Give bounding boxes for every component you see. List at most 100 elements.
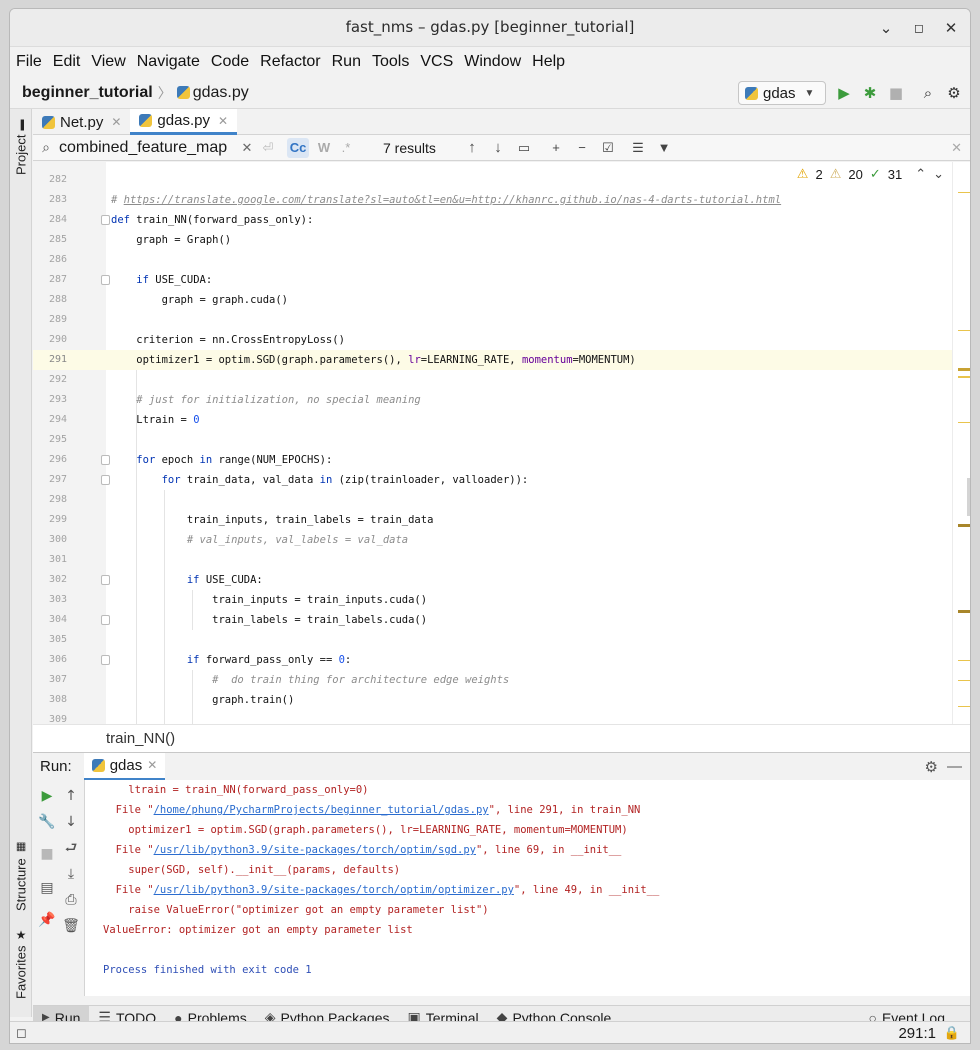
menu-view[interactable]: View (91, 53, 125, 71)
structure-tool-tab[interactable]: Structure ▦ (11, 829, 31, 911)
search-icon[interactable]: ⌕ (33, 139, 59, 156)
filter-icon[interactable]: ▼ (651, 140, 677, 155)
fold-marker-icon[interactable] (101, 615, 110, 625)
filter-options-icon[interactable]: ☰ (625, 140, 651, 156)
lock-icon[interactable]: 🔒 (944, 1025, 960, 1041)
code-line[interactable]: 283 # https://translate.google.com/transl… (33, 190, 952, 210)
code-breadcrumb[interactable]: train_NN() (33, 724, 970, 752)
words-toggle[interactable]: W (313, 140, 335, 155)
maximize-icon[interactable]: ◻ (908, 17, 930, 39)
code-line[interactable]: 291 optimizer1 = optim.SGD(graph.paramet… (33, 350, 952, 370)
run-console[interactable]: ltrain = train_NN(forward_pass_only=0) F… (85, 780, 970, 996)
minimize-icon[interactable]: ⌄ (875, 17, 897, 39)
menu-vcs[interactable]: VCS (420, 53, 453, 71)
add-occurrence-icon[interactable]: + (543, 140, 569, 155)
code-line[interactable]: 299 train_inputs, train_labels = train_d… (33, 510, 952, 530)
code-line[interactable]: 287 if USE_CUDA: (33, 270, 952, 290)
chevron-down-icon[interactable]: ⌄ (933, 166, 944, 182)
tab-net-py[interactable]: Net.py ✕ (33, 109, 130, 135)
tab-gdas-py[interactable]: gdas.py ✕ (130, 109, 238, 135)
caret-position[interactable]: 291:1 (898, 1025, 936, 1042)
menu-edit[interactable]: Edit (53, 53, 81, 71)
remove-occurrence-icon[interactable]: − (569, 140, 595, 155)
arrow-down-icon[interactable]: ↓ (61, 812, 81, 832)
stop-icon[interactable]: ■ (886, 83, 906, 103)
code-line[interactable]: 288 graph = graph.cuda() (33, 290, 952, 310)
code-line[interactable]: 305 (33, 630, 952, 650)
find-input[interactable]: combined_feature_map (59, 139, 237, 157)
run-icon[interactable]: ▶ (834, 83, 854, 103)
soft-wrap-icon[interactable]: ⮐ (61, 838, 81, 858)
code-line[interactable]: 303 train_inputs = train_inputs.cuda() (33, 590, 952, 610)
run-tab-gdas[interactable]: gdas ✕ (83, 752, 166, 781)
code-line[interactable]: 302 if USE_CUDA: (33, 570, 952, 590)
regex-toggle[interactable]: .* (335, 140, 357, 155)
print-icon[interactable]: ⎙ (61, 890, 81, 910)
settings-icon[interactable]: ⚙ (925, 758, 938, 776)
code-line[interactable]: 307 # do train thing for architecture ed… (33, 670, 952, 690)
wrench-icon[interactable]: 🔧 (37, 812, 57, 832)
new-line-icon[interactable]: ⏎ (257, 140, 279, 156)
scroll-to-end-icon[interactable]: ⤓ (61, 864, 81, 884)
favorites-tool-tab[interactable]: Favorites ★ (11, 919, 31, 999)
code-line[interactable]: 297 for train_data, val_data in (zip(tra… (33, 470, 952, 490)
menu-file[interactable]: File (16, 53, 42, 71)
rerun-icon[interactable]: ▶ (37, 786, 57, 806)
arrow-up-icon[interactable]: ↑ (61, 786, 81, 806)
layout-icon[interactable]: ▤ (37, 878, 57, 898)
hide-icon[interactable]: — (947, 758, 962, 775)
code-editor[interactable]: 282 283 # https://translate.google.com/tra… (33, 162, 952, 724)
code-line[interactable]: 308 graph.train() (33, 690, 952, 710)
settings-icon[interactable]: ⚙ (944, 83, 964, 103)
stop-icon[interactable]: ■ (37, 844, 57, 864)
code-line[interactable]: 285 graph = Graph() (33, 230, 952, 250)
code-line[interactable]: 304 train_labels = train_labels.cuda() (33, 610, 952, 630)
file-link[interactable]: /usr/lib/python3.9/site-packages/torch/o… (154, 844, 476, 856)
menu-tools[interactable]: Tools (372, 53, 409, 71)
chevron-up-icon[interactable]: ⌃ (915, 166, 926, 182)
fold-marker-icon[interactable] (101, 475, 110, 485)
close-tab-icon[interactable]: ✕ (147, 758, 157, 772)
fold-marker-icon[interactable] (101, 215, 110, 225)
code-line[interactable]: 298 (33, 490, 952, 510)
fold-marker-icon[interactable] (101, 275, 110, 285)
code-line[interactable]: 294 Ltrain = 0 (33, 410, 952, 430)
error-stripe[interactable] (952, 162, 970, 724)
match-case-toggle[interactable]: Cc (287, 137, 309, 158)
code-line[interactable]: 289 (33, 310, 952, 330)
close-icon[interactable]: ✕ (940, 17, 962, 39)
code-line[interactable]: 284 def train_NN(forward_pass_only): (33, 210, 952, 230)
code-line[interactable]: 301 (33, 550, 952, 570)
inspection-widget[interactable]: ⚠ 2 ⚠ 20 ✓ 31 ⌃ ⌄ (790, 166, 944, 182)
close-find-icon[interactable]: ✕ (951, 140, 962, 156)
search-icon[interactable]: ⌕ (918, 83, 938, 103)
code-line[interactable]: 309 (33, 710, 952, 724)
menu-refactor[interactable]: Refactor (260, 53, 320, 71)
breadcrumb-project[interactable]: beginner_tutorial (22, 84, 153, 102)
fold-marker-icon[interactable] (101, 655, 110, 665)
file-link[interactable]: /usr/lib/python3.9/site-packages/torch/o… (154, 884, 514, 896)
code-line[interactable]: 295 (33, 430, 952, 450)
arrow-down-icon[interactable]: ↓ (485, 139, 511, 156)
pin-icon[interactable]: 📌 (37, 910, 57, 930)
code-line[interactable]: 290 criterion = nn.CrossEntropyLoss() (33, 330, 952, 350)
menu-help[interactable]: Help (532, 53, 565, 71)
code-line[interactable]: 286 (33, 250, 952, 270)
project-tool-tab[interactable]: Project ▬ (11, 115, 31, 175)
close-tab-icon[interactable]: ✕ (218, 114, 228, 128)
close-tab-icon[interactable]: ✕ (111, 115, 121, 129)
scrollbar-thumb[interactable] (967, 478, 970, 516)
fold-marker-icon[interactable] (101, 575, 110, 585)
code-line[interactable]: 296 for epoch in range(NUM_EPOCHS): (33, 450, 952, 470)
debug-icon[interactable]: ✱ (860, 83, 880, 103)
code-line[interactable]: 300 # val_inputs, val_labels = val_data (33, 530, 952, 550)
code-line[interactable]: 292 (33, 370, 952, 390)
menu-run[interactable]: Run (332, 53, 361, 71)
menu-code[interactable]: Code (211, 53, 249, 71)
menu-window[interactable]: Window (464, 53, 521, 71)
arrow-up-icon[interactable]: ↑ (459, 139, 485, 156)
trash-icon[interactable]: 🗑 (61, 916, 81, 936)
clear-search-icon[interactable]: ✕ (237, 140, 257, 156)
code-line[interactable]: 306 if forward_pass_only == 0: (33, 650, 952, 670)
select-all-occurrences-icon[interactable]: ▭ (511, 140, 537, 156)
